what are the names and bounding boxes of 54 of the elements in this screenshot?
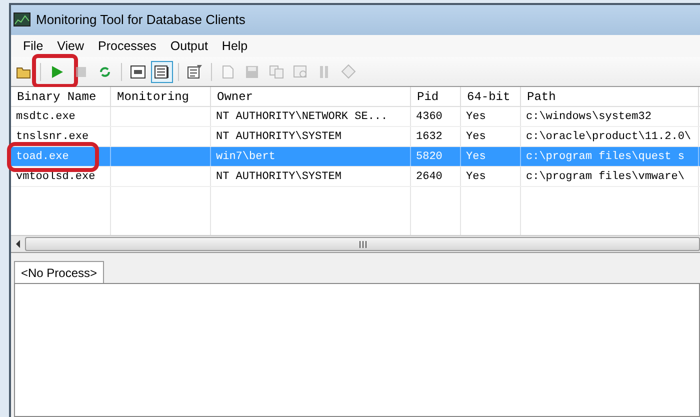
pause-icon [318, 64, 330, 78]
table-cell: c:\windows\system32 [526, 111, 652, 123]
refresh-icon [98, 64, 112, 78]
table-cell: Yes [466, 111, 486, 123]
table-cell: 5820 [416, 151, 442, 163]
column-header[interactable]: Pid [411, 87, 461, 106]
column-header[interactable]: 64-bit [461, 87, 521, 106]
stop-icon [75, 66, 87, 78]
table-cell: 4360 [416, 111, 442, 123]
menu-item[interactable]: Output [163, 36, 215, 56]
copy-icon [268, 64, 284, 78]
diamond-icon [340, 64, 356, 79]
menu-item[interactable]: File [16, 36, 50, 56]
table-cell: win7\bert [216, 151, 276, 163]
column-header[interactable]: Monitoring [111, 87, 211, 106]
window-icon [130, 64, 146, 78]
table-cell: tnslsnr.exe [16, 131, 89, 143]
output-tab[interactable]: <No Process> [14, 261, 104, 283]
menu-item[interactable]: Processes [91, 36, 164, 56]
window-title: Monitoring Tool for Database Clients [36, 11, 246, 30]
monitor-chart-icon [13, 12, 31, 28]
table-row[interactable]: msdtc.exe NT AUTHORITY\NETWORK SE... 4360 Yes c:\windows\system32 [11, 107, 700, 127]
table-cell: NT AUTHORITY\NETWORK SE... [216, 111, 388, 123]
horizontal-scrollbar[interactable] [11, 235, 700, 252]
column-header[interactable]: Binary Name [11, 87, 111, 106]
table-cell: NT AUTHORITY\SYSTEM [216, 171, 342, 183]
menu-item[interactable]: View [50, 36, 92, 56]
table-cell: Yes [466, 151, 486, 163]
table-cell: vmtoolsd.exe [16, 171, 96, 183]
menu-item[interactable]: Help [214, 36, 255, 56]
table-cell: 1632 [416, 131, 442, 143]
table-cell: 2640 [416, 171, 442, 183]
save-icon [245, 64, 259, 78]
table-cell: c:\program files\vmware\ [526, 171, 684, 183]
grip-icon [358, 240, 366, 248]
column-header[interactable]: Owner [211, 87, 411, 106]
table-cell: NT AUTHORITY\SYSTEM [216, 131, 342, 143]
table-cell: Yes [466, 131, 486, 143]
scrollbar-thumb[interactable] [25, 237, 700, 251]
properties-icon [187, 64, 203, 79]
table-cell: Yes [466, 171, 486, 183]
preview-icon [292, 64, 308, 78]
column-header[interactable]: Path [521, 87, 699, 106]
page-icon [222, 64, 234, 78]
table-row[interactable]: vmtoolsd.exe NT AUTHORITY\SYSTEM 2640 Yes c:\program files\vmware\ [11, 167, 700, 187]
list-icon [154, 64, 170, 78]
folder-icon [16, 64, 32, 78]
table-row[interactable]: tnslsnr.exe NT AUTHORITY\SYSTEM 1632 Yes c:\oracle\product\11.2.0\ [11, 127, 700, 147]
table-cell: toad.exe [16, 151, 69, 163]
table-cell: c:\program files\quest s [526, 151, 684, 163]
play-icon [50, 64, 64, 78]
table-cell: c:\oracle\product\11.2.0\ [526, 131, 692, 143]
toolbar-button[interactable] [151, 60, 173, 82]
table-cell: msdtc.exe [16, 111, 76, 123]
